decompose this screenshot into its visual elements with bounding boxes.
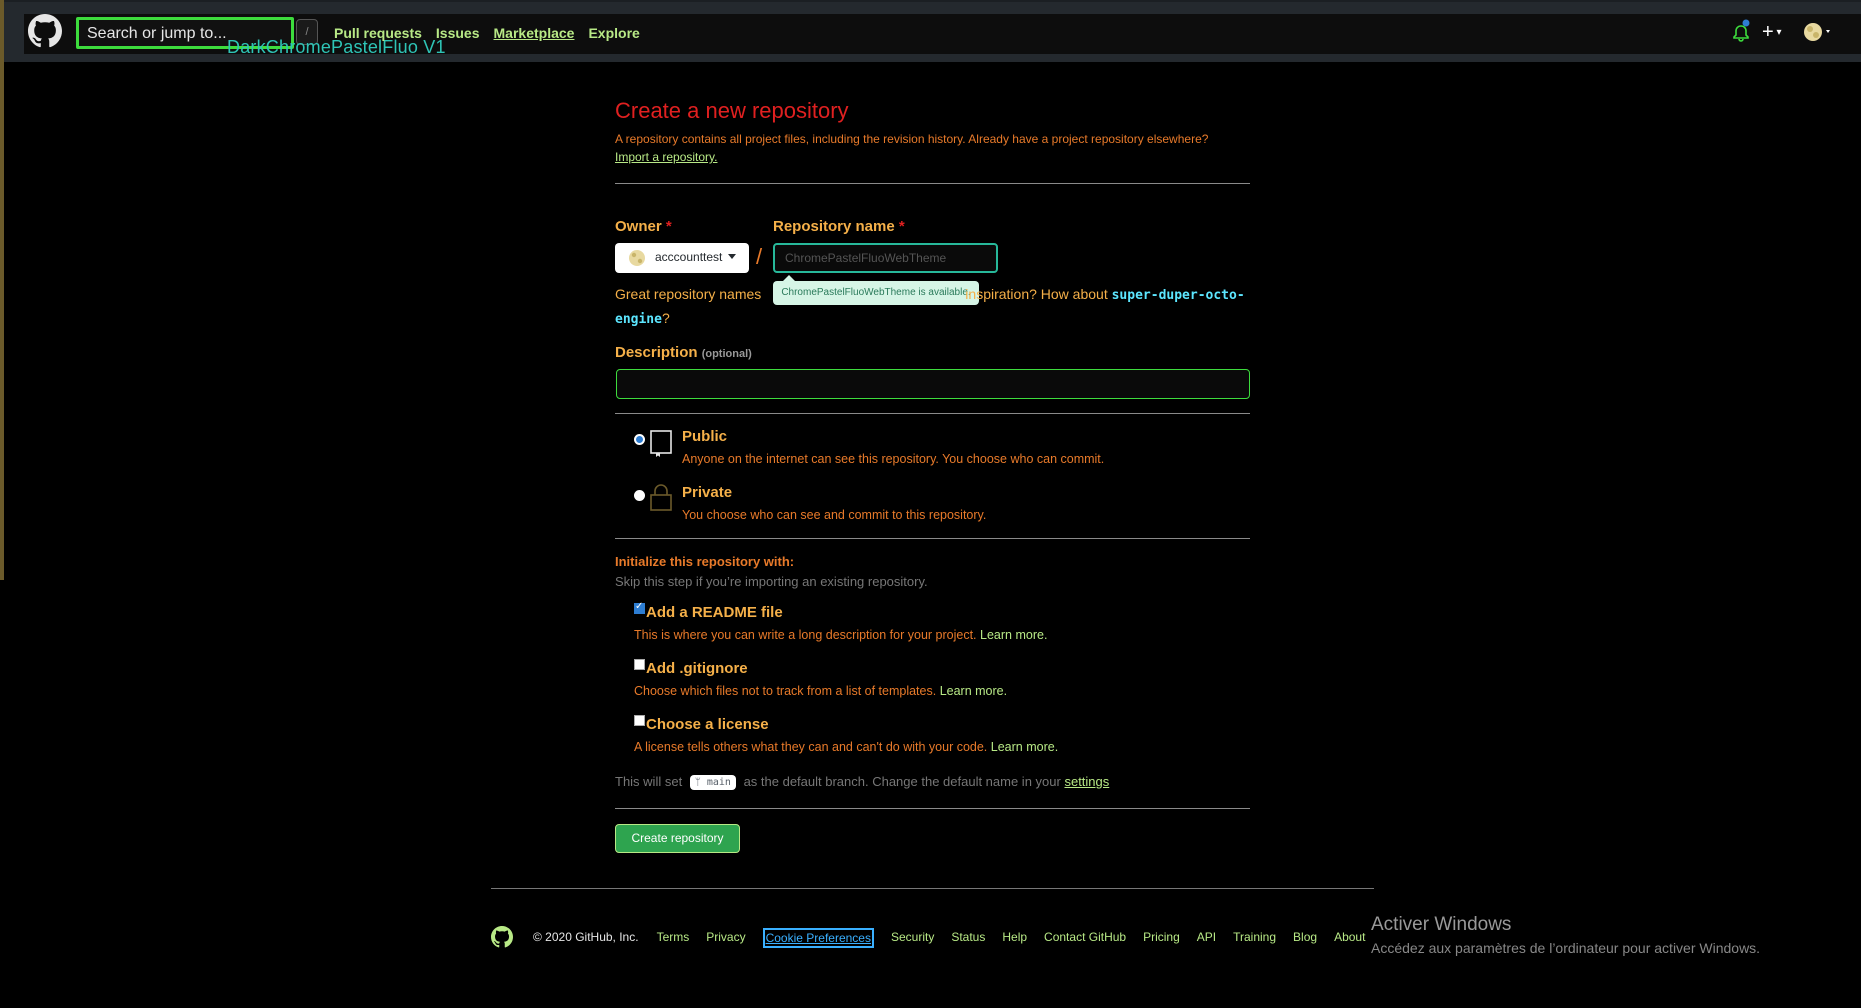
footer-link-terms[interactable]: Terms <box>657 930 690 944</box>
nav-pull-requests[interactable]: Pull requests <box>334 25 422 41</box>
page-subtitle: A repository contains all project files,… <box>615 130 1250 166</box>
readme-learn-more-link[interactable]: Learn more. <box>980 628 1047 642</box>
description-label-text: Description <box>615 344 698 361</box>
owner-name: acccounttest <box>655 250 723 264</box>
gitignore-title: Add .gitignore <box>646 660 748 677</box>
gitignore-description-text: Choose which files not to track from a l… <box>634 684 937 698</box>
private-description: You choose who can see and commit to thi… <box>682 508 987 522</box>
footer-link-privacy[interactable]: Privacy <box>706 930 745 944</box>
private-radio[interactable] <box>634 490 645 501</box>
public-description: Anyone on the internet can see this repo… <box>682 452 1105 466</box>
subtitle-text: A repository contains all project files,… <box>615 132 1209 146</box>
suggestion-question-mark: ? <box>661 310 670 326</box>
license-checkbox[interactable] <box>634 715 645 726</box>
owner-label: Owner * <box>615 218 672 235</box>
gitignore-checkbox[interactable] <box>634 659 645 670</box>
header-nav: Pull requests Issues Marketplace Explore <box>334 25 640 41</box>
owner-select[interactable]: acccounttest <box>615 243 749 273</box>
footer: © 2020 GitHub, Inc. Terms Privacy Cookie… <box>491 926 1382 948</box>
branch-suffix: as the default branch. Change the defaul… <box>743 774 1061 789</box>
chevron-down-icon: ▾ <box>1773 27 1782 38</box>
page-title: Create a new repository <box>615 98 849 123</box>
suggestion-prefix: Great repository names <box>615 286 762 302</box>
footer-link-help[interactable]: Help <box>1002 930 1027 944</box>
left-edge-strip <box>0 0 4 580</box>
repo-name-label-text: Repository name <box>773 218 895 235</box>
readme-checkbox[interactable] <box>634 601 645 614</box>
divider <box>615 538 1250 539</box>
footer-link-about[interactable]: About <box>1334 930 1365 944</box>
nav-explore[interactable]: Explore <box>588 25 639 41</box>
footer-link-contact[interactable]: Contact GitHub <box>1044 930 1126 944</box>
create-new-button[interactable]: + ▾ <box>1762 14 1792 50</box>
optional-hint: (optional) <box>701 348 752 360</box>
name-suggestion: Great repository names inspiration? How a… <box>615 283 1255 331</box>
repository-name-input[interactable] <box>773 243 998 273</box>
user-menu-button[interactable] <box>1800 14 1836 50</box>
owner-repo-separator: / <box>756 244 763 269</box>
readme-description: This is where you can write a long descr… <box>634 628 1047 642</box>
license-description-text: A license tells others what they can and… <box>634 740 988 754</box>
readme-title: Add a README file <box>646 604 783 621</box>
required-mark: * <box>665 218 672 235</box>
bell-icon[interactable] <box>1728 14 1754 50</box>
divider <box>615 413 1250 414</box>
create-repository-button[interactable]: Create repository <box>615 824 740 853</box>
settings-link[interactable]: settings <box>1064 774 1109 789</box>
footer-copyright: © 2020 GitHub, Inc. <box>533 930 639 944</box>
nav-marketplace[interactable]: Marketplace <box>494 25 575 41</box>
nav-issues[interactable]: Issues <box>436 25 480 41</box>
owner-label-text: Owner <box>615 218 662 235</box>
github-logo-icon[interactable] <box>28 14 62 48</box>
required-mark: * <box>898 218 905 235</box>
divider <box>615 808 1250 809</box>
footer-link-security[interactable]: Security <box>891 930 934 944</box>
gitignore-description: Choose which files not to track from a l… <box>634 684 1007 698</box>
gitignore-learn-more-link[interactable]: Learn more. <box>940 684 1007 698</box>
license-title: Choose a license <box>646 716 769 733</box>
chevron-down-icon <box>728 254 736 259</box>
branch-pill: ᛘ main <box>689 775 736 790</box>
default-branch-note: This will set ᛘ main as the default bran… <box>615 774 1109 790</box>
footer-link-pricing[interactable]: Pricing <box>1143 930 1180 944</box>
footer-divider <box>491 888 1374 889</box>
git-branch-icon: ᛘ <box>694 777 701 788</box>
license-description: A license tells others what they can and… <box>634 740 1058 754</box>
footer-link-cookie-preferences[interactable]: Cookie Preferences <box>762 927 874 948</box>
description-input[interactable] <box>616 369 1250 399</box>
footer-link-api[interactable]: API <box>1197 930 1216 944</box>
private-title: Private <box>682 484 733 501</box>
import-repository-link[interactable]: Import a repository. <box>615 150 717 164</box>
readme-description-text: This is where you can write a long descr… <box>634 628 977 642</box>
plus-icon: + <box>1762 21 1774 43</box>
init-title: Initialize this repository with: <box>615 554 795 569</box>
repo-icon <box>650 430 672 457</box>
suggestion-suffix: inspiration? How about <box>965 286 1108 302</box>
divider <box>615 183 1250 184</box>
branch-name: main <box>706 777 731 788</box>
footer-link-training[interactable]: Training <box>1233 930 1276 944</box>
windows-activation-subtitle: Accédez aux paramètres de l’ordinateur p… <box>1371 940 1761 956</box>
github-logo-icon[interactable] <box>491 926 513 948</box>
license-learn-more-link[interactable]: Learn more. <box>991 740 1058 754</box>
page-header: Create a new repository A repository con… <box>615 98 1250 166</box>
description-label: Description (optional) <box>615 344 752 361</box>
init-subtitle: Skip this step if you’re importing an ex… <box>615 574 928 589</box>
owner-avatar-icon <box>629 250 645 266</box>
public-radio[interactable] <box>634 434 645 445</box>
windows-activation-title: Activer Windows <box>1371 914 1512 935</box>
public-title: Public <box>682 428 728 445</box>
footer-link-status[interactable]: Status <box>951 930 985 944</box>
branch-prefix: This will set <box>615 774 683 789</box>
search-placeholder: Search or jump to... <box>87 25 227 42</box>
repo-name-label: Repository name * <box>773 218 905 235</box>
avatar <box>1804 23 1830 41</box>
footer-link-blog[interactable]: Blog <box>1293 930 1317 944</box>
lock-icon <box>650 484 672 511</box>
